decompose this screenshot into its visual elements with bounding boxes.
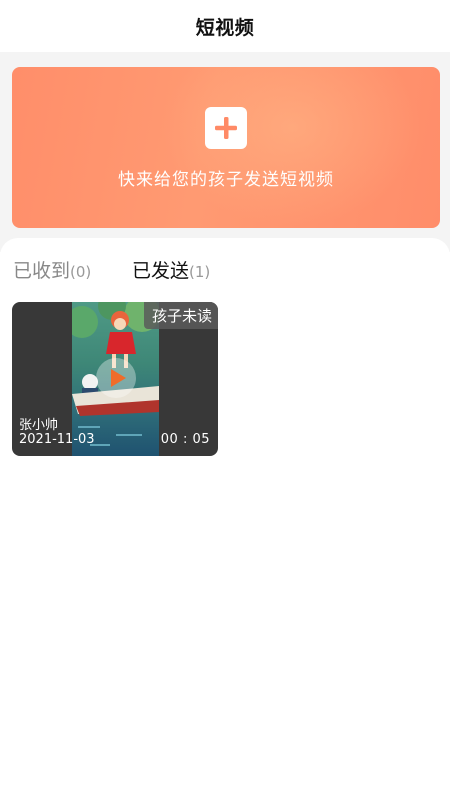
tab-sent-count: (1) <box>189 263 211 281</box>
sender-name: 张小帅 <box>19 418 59 433</box>
tab-received[interactable]: 已收到(0) <box>13 256 91 292</box>
tab-received-count: (0) <box>70 263 92 281</box>
tab-sent[interactable]: 已发送(1) <box>132 256 210 292</box>
tab-received-label: 已收到 <box>13 260 71 282</box>
video-duration: 00 : 05 <box>160 432 210 447</box>
play-icon[interactable] <box>96 358 136 398</box>
video-card[interactable]: 孩子未读 张小帅 2021-11-03 00 : 05 <box>12 302 218 456</box>
banner-glow <box>162 67 422 227</box>
tab-sent-label: 已发送 <box>132 260 190 282</box>
header-bar: 短视频 <box>0 0 450 52</box>
tab-bar: 已收到(0) 已发送(1) <box>0 256 450 309</box>
banner-text: 快来给您的孩子发送短视频 <box>118 170 334 190</box>
unread-badge: 孩子未读 <box>143 302 218 329</box>
sent-date: 2021-11-03 <box>19 432 95 447</box>
content-sheet: 已收到(0) 已发送(1) 孩子未读 张小帅 2021-11-03 00: 0… <box>0 238 450 800</box>
short-video-page: 短视频 快来给您的孩子发送短视频 已收到(0) 已发送(1) 孩子未读 张小帅 … <box>0 0 450 800</box>
send-video-banner[interactable]: 快来给您的孩子发送短视频 <box>12 67 440 228</box>
plus-icon[interactable] <box>205 107 247 149</box>
page-title: 短视频 <box>195 16 255 39</box>
